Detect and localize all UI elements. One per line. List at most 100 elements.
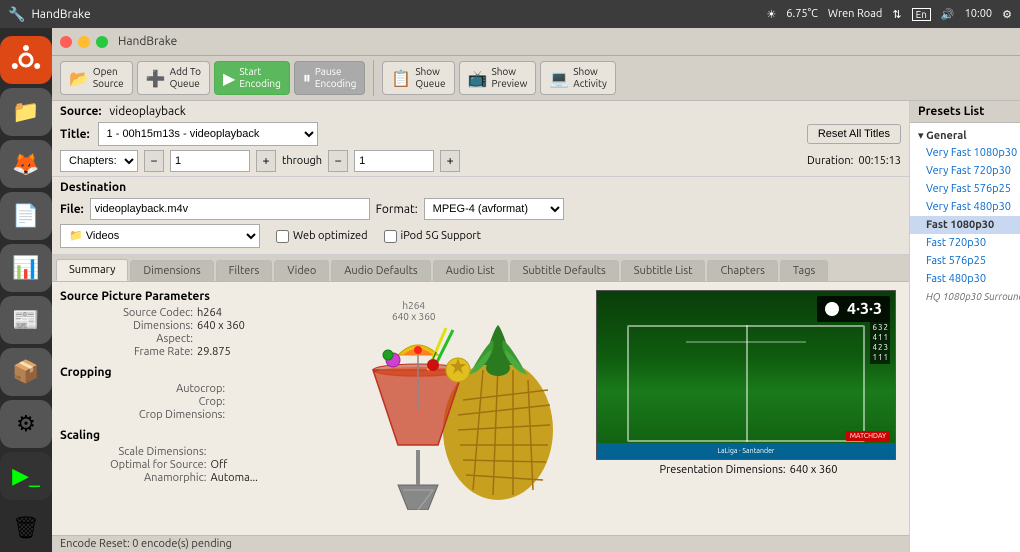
brightness-indicator: ☀ bbox=[766, 8, 776, 21]
chapter-to-increment[interactable]: + bbox=[440, 150, 460, 172]
source-params-title: Source Picture Parameters bbox=[60, 290, 300, 303]
autocrop-key: Autocrop: bbox=[68, 383, 225, 395]
tab-subtitle-defaults[interactable]: Subtitle Defaults bbox=[510, 260, 619, 281]
presentation-dims-value: 640 x 360 bbox=[790, 464, 838, 476]
team1-logo bbox=[825, 302, 839, 316]
chapter-from-input[interactable]: 1 bbox=[170, 150, 250, 172]
minimize-button[interactable] bbox=[78, 36, 90, 48]
preset-very-fast-1080p30[interactable]: Very Fast 1080p30 bbox=[910, 144, 1020, 162]
artwork-area: h264 640 x 360 bbox=[308, 290, 588, 527]
preview-panel: 4·3·3 632 411 423 111 bbox=[596, 290, 901, 527]
chapters-select[interactable]: Chapters: bbox=[60, 150, 138, 172]
preset-fast-576p25[interactable]: Fast 576p25 bbox=[910, 252, 1020, 270]
general-preset-group: ▾ General Very Fast 1080p30 Very Fast 72… bbox=[910, 123, 1020, 309]
presentation-icon[interactable]: 📰 bbox=[0, 296, 52, 344]
status-text: Encode Reset: 0 encode(s) pending bbox=[60, 538, 232, 550]
general-group-title: ▾ General bbox=[910, 127, 1020, 144]
duration-label: Duration: 00:15:13 bbox=[807, 155, 901, 167]
tab-video[interactable]: Video bbox=[274, 260, 329, 281]
files-icon[interactable]: 📁 bbox=[0, 88, 52, 136]
file-input[interactable] bbox=[90, 198, 370, 220]
firefox-icon[interactable]: 🦊 bbox=[0, 140, 52, 188]
reset-all-titles-button[interactable]: Reset All Titles bbox=[807, 124, 901, 144]
chapter-from-increment[interactable]: + bbox=[256, 150, 276, 172]
tab-tags[interactable]: Tags bbox=[780, 260, 828, 281]
tabs-bar: Summary Dimensions Filters Video Audio D… bbox=[52, 255, 909, 282]
source-params-grid: Source Codec: h264 Dimensions: 640 x 360… bbox=[60, 307, 300, 358]
ipod-support-checkbox[interactable] bbox=[384, 230, 397, 243]
frame-rate-val: 29.875 bbox=[197, 346, 300, 358]
unity-launcher: 📁 🦊 📄 📊 📰 📦 ⚙ ▶_ 🗑 bbox=[0, 28, 52, 552]
crop-dims-val bbox=[229, 409, 300, 421]
maximize-button[interactable] bbox=[96, 36, 108, 48]
preset-fast-1080p30[interactable]: Fast 1080p30 bbox=[910, 216, 1020, 234]
close-button[interactable] bbox=[60, 36, 72, 48]
tab-content-area: Source Picture Parameters Source Codec: … bbox=[52, 282, 909, 535]
format-select[interactable]: MPEG-4 (avformat) bbox=[424, 198, 564, 220]
optimal-val: Off bbox=[210, 459, 300, 471]
scale-dims-val bbox=[210, 446, 300, 458]
anamorphic-key: Anamorphic: bbox=[68, 472, 206, 484]
chapter-to-decrement[interactable]: − bbox=[328, 150, 348, 172]
terminal-icon[interactable]: ▶_ bbox=[0, 452, 52, 500]
options-row: Web optimized iPod 5G Support bbox=[276, 230, 481, 243]
tab-filters[interactable]: Filters bbox=[216, 260, 273, 281]
volume-icon: 🔊 bbox=[941, 8, 955, 21]
libreoffice-icon[interactable]: 📄 bbox=[0, 192, 52, 240]
folder-select[interactable]: 📁 Videos bbox=[60, 224, 260, 248]
title-select[interactable]: 1 - 00h15m13s - videoplayback bbox=[98, 122, 318, 146]
autocrop-val bbox=[229, 383, 300, 395]
show-activity-button[interactable]: 💻 Show Activity bbox=[540, 61, 615, 95]
tab-audio-list[interactable]: Audio List bbox=[433, 260, 508, 281]
dimensions-key: Dimensions: bbox=[68, 320, 193, 332]
preset-fast-480p30[interactable]: Fast 480p30 bbox=[910, 270, 1020, 288]
file-label: File: bbox=[60, 203, 84, 216]
codec-label: h264 bbox=[392, 300, 435, 311]
main-toolbar: 📂 Open Source ➕ Add To Queue ▶ bbox=[52, 56, 1020, 101]
web-optimized-label[interactable]: Web optimized bbox=[276, 230, 368, 243]
power-icon: ⚙ bbox=[1002, 8, 1012, 21]
through-label: through bbox=[282, 155, 322, 167]
chapter-from-decrement[interactable]: − bbox=[144, 150, 164, 172]
ubuntu-icon[interactable] bbox=[0, 36, 52, 84]
show-preview-button[interactable]: 📺 Show Preview bbox=[459, 61, 537, 95]
tab-dimensions[interactable]: Dimensions bbox=[130, 260, 213, 281]
spreadsheet-icon[interactable]: 📊 bbox=[0, 244, 52, 292]
app-menu-icon: 🔧 bbox=[8, 6, 25, 23]
tab-subtitle-list[interactable]: Subtitle List bbox=[621, 260, 706, 281]
preset-very-fast-480p30[interactable]: Very Fast 480p30 bbox=[910, 198, 1020, 216]
window-title-bar: HandBrake bbox=[52, 28, 1020, 56]
trash-icon[interactable]: 🗑 bbox=[0, 504, 52, 552]
status-bar: Encode Reset: 0 encode(s) pending bbox=[52, 535, 909, 552]
tab-audio-defaults[interactable]: Audio Defaults bbox=[331, 260, 430, 281]
preset-very-fast-576p25[interactable]: Very Fast 576p25 bbox=[910, 180, 1020, 198]
pause-encoding-button[interactable]: ⏸ Pause Encoding bbox=[294, 61, 366, 95]
scale-dims-key: Scale Dimensions: bbox=[68, 446, 206, 458]
web-optimized-checkbox[interactable] bbox=[276, 230, 289, 243]
chapter-to-input[interactable]: 1 bbox=[354, 150, 434, 172]
open-source-button[interactable]: 📂 Open Source bbox=[60, 61, 133, 95]
ipod-support-label[interactable]: iPod 5G Support bbox=[384, 230, 481, 243]
score-display: 4·3·3 bbox=[847, 300, 882, 318]
add-to-queue-button[interactable]: ➕ Add To Queue bbox=[137, 61, 210, 95]
system-settings-icon[interactable]: ⚙ bbox=[0, 400, 52, 448]
preset-very-fast-720p30[interactable]: Very Fast 720p30 bbox=[910, 162, 1020, 180]
crop-val bbox=[229, 396, 300, 408]
title-label: Title: bbox=[60, 128, 90, 141]
preset-fast-720p30[interactable]: Fast 720p30 bbox=[910, 234, 1020, 252]
os-title-bar: 🔧 HandBrake ☀ 6.75°C Wren Road ⇅ En 🔊 10… bbox=[0, 0, 1020, 28]
duration-value: 00:15:13 bbox=[858, 155, 901, 167]
optimal-key: Optimal for Source: bbox=[68, 459, 206, 471]
show-queue-button[interactable]: 📋 Show Queue bbox=[382, 61, 454, 95]
tab-summary[interactable]: Summary bbox=[56, 259, 128, 281]
source-filename: videoplayback bbox=[109, 105, 185, 118]
start-encoding-button[interactable]: ▶ Start Encoding bbox=[214, 61, 290, 95]
os-title-text: HandBrake bbox=[31, 8, 90, 21]
amazon-icon[interactable]: 📦 bbox=[0, 348, 52, 396]
source-codec-val: h264 bbox=[197, 307, 300, 319]
handbrake-artwork bbox=[308, 290, 588, 510]
preset-hq-1080p30[interactable]: HQ 1080p30 Surround... bbox=[910, 288, 1020, 305]
tab-chapters[interactable]: Chapters bbox=[707, 260, 777, 281]
clock: 10:00 bbox=[965, 8, 993, 20]
location: Wren Road bbox=[828, 8, 882, 20]
